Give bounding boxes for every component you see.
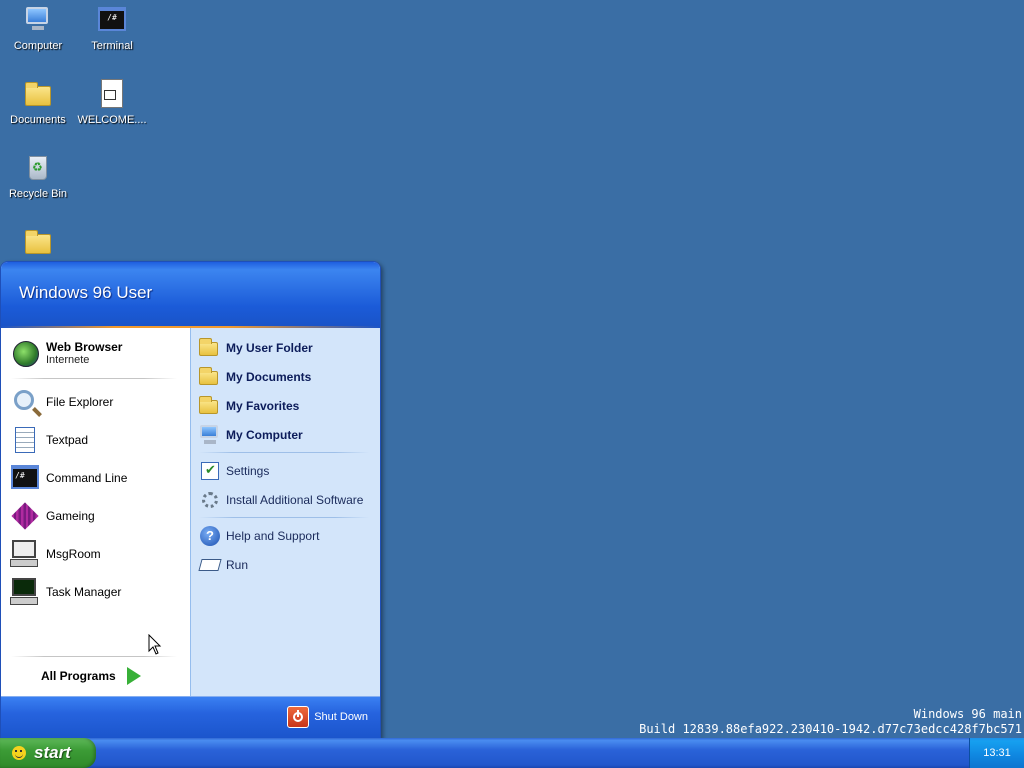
desktop-icon-terminal[interactable]: /# Terminal xyxy=(74,4,150,52)
menu-item-label: Settings xyxy=(226,464,270,478)
menu-item-label: My Computer xyxy=(226,428,303,442)
desktop-icon-label: WELCOME.... xyxy=(77,114,147,126)
start-menu-footer: Shut Down xyxy=(1,696,380,738)
desktop-icon-welcome[interactable]: M↓ WELCOME.... xyxy=(74,78,150,126)
documents-folder-icon xyxy=(199,366,221,388)
install-gear-icon xyxy=(199,489,221,511)
pinned-web-browser[interactable]: Web Browser Internete xyxy=(9,335,185,371)
menu-item-label: Gameing xyxy=(46,509,95,523)
run-icon xyxy=(198,554,222,576)
desktop-icon-folder[interactable] xyxy=(0,226,76,262)
menu-item-label: File Explorer xyxy=(46,395,114,409)
all-programs-button[interactable]: All Programs xyxy=(41,664,141,688)
desktop-icon-recycle-bin[interactable]: Recycle Bin xyxy=(0,152,76,200)
build-info: Windows 96 main Build 12839.88efa922.230… xyxy=(639,707,1022,737)
menu-item-label: Install Additional Software xyxy=(226,493,364,507)
arrow-right-icon xyxy=(126,667,141,685)
menu-item-my-user-folder[interactable]: My User Folder xyxy=(199,335,375,361)
menu-item-run[interactable]: Run xyxy=(198,552,375,578)
menu-item-task-manager[interactable]: Task Manager xyxy=(9,574,185,610)
taskbar: start 13:31 xyxy=(0,738,1024,768)
menu-item-command-line[interactable]: /# Command Line xyxy=(9,460,185,496)
help-icon: ? xyxy=(199,525,221,547)
clock[interactable]: 13:31 xyxy=(983,747,1011,759)
folder-icon xyxy=(199,337,221,359)
build-line-1: Windows 96 main xyxy=(913,707,1022,721)
file-explorer-icon xyxy=(9,386,41,418)
menu-item-help-support[interactable]: ? Help and Support xyxy=(199,523,375,549)
recycle-bin-icon xyxy=(22,152,54,184)
desktop-icon-label: Terminal xyxy=(91,40,133,52)
computer-icon xyxy=(199,424,221,446)
desktop-icon-label: Computer xyxy=(13,40,63,52)
menu-item-label: Task Manager xyxy=(46,585,122,599)
start-menu-right-panel: My User Folder My Documents My Favorites… xyxy=(190,328,380,698)
terminal-icon: /# xyxy=(96,4,128,36)
game-cube-icon xyxy=(9,500,41,532)
menu-item-my-favorites[interactable]: My Favorites xyxy=(199,393,375,419)
desktop-icon-label: Documents xyxy=(10,114,66,126)
menu-item-label: MsgRoom xyxy=(46,547,101,561)
shutdown-label: Shut Down xyxy=(314,711,368,723)
start-label: start xyxy=(34,743,71,762)
shutdown-button[interactable]: Shut Down xyxy=(287,705,368,729)
task-manager-icon xyxy=(9,576,41,608)
mouse-cursor-icon xyxy=(148,634,162,655)
separator xyxy=(199,452,369,453)
web-browser-icon xyxy=(9,337,41,369)
command-line-icon: /# xyxy=(9,462,41,494)
power-icon xyxy=(287,706,310,728)
menu-item-msgroom[interactable]: MsgRoom xyxy=(9,536,185,572)
desktop-icon-label: Recycle Bin xyxy=(8,188,68,200)
separator xyxy=(11,378,177,379)
pinned-subtitle: Internete xyxy=(46,354,90,366)
menu-item-my-computer[interactable]: My Computer xyxy=(199,422,375,448)
menu-item-label: Help and Support xyxy=(226,529,320,543)
menu-item-install-software[interactable]: Install Additional Software xyxy=(199,487,375,513)
separator xyxy=(11,656,177,657)
smiley-logo-icon xyxy=(12,746,26,760)
menu-item-textpad[interactable]: Textpad xyxy=(9,422,185,458)
start-button[interactable]: start xyxy=(0,738,96,768)
folder-icon xyxy=(199,395,221,417)
start-menu: Windows 96 User Web Browser Internete Fi… xyxy=(0,261,381,739)
separator xyxy=(199,517,369,518)
desktop-icon-documents[interactable]: Documents xyxy=(0,78,76,126)
menu-item-label: My Favorites xyxy=(226,399,300,413)
documents-folder-icon xyxy=(22,78,54,110)
textpad-icon xyxy=(9,424,41,456)
pinned-title: Web Browser xyxy=(46,340,123,354)
menu-item-label: My User Folder xyxy=(226,341,313,355)
menu-item-label: Command Line xyxy=(46,471,128,485)
menu-item-label: My Documents xyxy=(226,370,312,384)
user-name: Windows 96 User xyxy=(19,283,153,302)
system-tray: 13:31 xyxy=(969,738,1024,768)
desktop-icon-computer[interactable]: Computer xyxy=(0,4,76,52)
menu-item-label: Textpad xyxy=(46,433,89,447)
menu-item-my-documents[interactable]: My Documents xyxy=(199,364,375,390)
all-programs-label: All Programs xyxy=(41,669,116,683)
menu-item-settings[interactable]: Settings xyxy=(199,458,375,484)
start-menu-header: Windows 96 User xyxy=(1,262,380,326)
computer-icon xyxy=(22,4,54,36)
menu-item-file-explorer[interactable]: File Explorer xyxy=(9,384,185,420)
folder-icon xyxy=(22,226,54,258)
menu-item-gameing[interactable]: Gameing xyxy=(9,498,185,534)
msgroom-icon xyxy=(9,538,41,570)
markdown-file-icon: M↓ xyxy=(96,78,128,110)
settings-icon xyxy=(199,460,221,482)
build-line-2: Build 12839.88efa922.230410-1942.d77c73e… xyxy=(639,722,1022,736)
menu-item-label: Run xyxy=(226,558,249,572)
